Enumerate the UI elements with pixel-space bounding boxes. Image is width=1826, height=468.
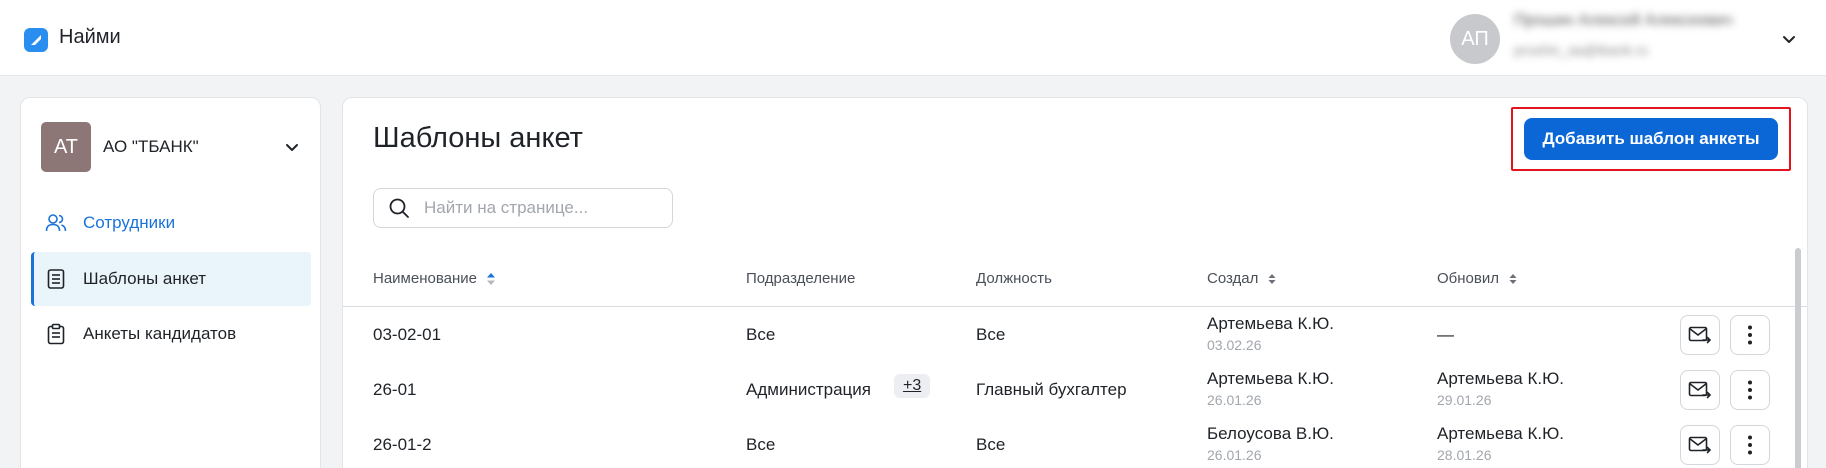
top-bar: Найми АП Прошин Алексей Алексеевич prosh…: [0, 0, 1826, 76]
clipboard-icon: [47, 323, 65, 345]
user-name: Прошин Алексей Алексеевич: [1514, 12, 1733, 29]
org-switcher[interactable]: АТ АО "ТБАНК": [41, 122, 301, 172]
row-name: 26-01: [373, 380, 417, 399]
row-position: Главный бухгалтер: [976, 380, 1127, 399]
row-updated-date: 28.01.26: [1437, 447, 1492, 463]
more-actions-button[interactable]: [1730, 370, 1770, 410]
row-created-by: Артемьева К.Ю.: [1207, 369, 1335, 388]
column-header-name[interactable]: Наименование: [373, 270, 497, 287]
table-row[interactable]: 26-01 Администрация +3 Главный бухгалтер…: [343, 363, 1783, 418]
more-actions-button[interactable]: [1730, 315, 1770, 355]
search-input[interactable]: [424, 193, 664, 223]
send-mail-button[interactable]: [1680, 315, 1720, 355]
user-email: proshin_aa@tbank.ru: [1514, 42, 1649, 58]
row-created-by: Артемьева К.Ю.: [1207, 314, 1335, 333]
row-department: Администрация: [746, 380, 871, 399]
sidebar-item-label: Сотрудники: [83, 213, 176, 232]
column-header-created[interactable]: Создал: [1207, 270, 1278, 287]
sidebar-item-form-templates[interactable]: Шаблоны анкет: [31, 252, 311, 306]
mail-send-icon: [1688, 381, 1712, 399]
row-position: Все: [976, 435, 1006, 454]
column-header-department: Подразделение: [746, 270, 856, 287]
more-vertical-icon: [1748, 435, 1752, 455]
add-template-button[interactable]: Добавить шаблон анкеты: [1524, 118, 1778, 160]
users-icon: [45, 214, 67, 232]
sidebar: АТ АО "ТБАНК" Сотрудники Шаблоны анкет А…: [20, 97, 321, 468]
org-avatar: АТ: [41, 122, 91, 172]
sidebar-item-label: Анкеты кандидатов: [83, 324, 237, 343]
row-created-date: 26.01.26: [1207, 447, 1262, 463]
more-actions-button[interactable]: [1730, 425, 1770, 465]
user-avatar[interactable]: АП: [1450, 14, 1500, 64]
search-box[interactable]: [373, 188, 673, 228]
row-updated-date: 29.01.26: [1437, 392, 1492, 408]
row-name: 26-01-2: [373, 435, 432, 454]
mail-send-icon: [1688, 326, 1712, 344]
send-mail-button[interactable]: [1680, 425, 1720, 465]
row-created-date: 26.01.26: [1207, 392, 1262, 408]
search-icon: [389, 198, 409, 218]
row-name: 03-02-01: [373, 325, 442, 344]
app-title[interactable]: Найми: [59, 26, 121, 49]
department-more-badge[interactable]: +3: [894, 374, 931, 398]
row-created-date: 03.02.26: [1207, 337, 1262, 353]
sidebar-item-label: Шаблоны анкет: [83, 269, 207, 288]
sidebar-item-candidate-forms[interactable]: Анкеты кандидатов: [31, 307, 311, 361]
sidebar-item-employees[interactable]: Сотрудники: [31, 196, 311, 250]
chevron-down-icon: [286, 144, 298, 151]
row-updated-by: Артемьева К.Ю.: [1437, 369, 1565, 388]
row-updated-by: —: [1437, 325, 1454, 344]
table-row[interactable]: 03-02-01 Все Все Артемьева К.Ю. 03.02.26…: [343, 308, 1783, 363]
user-menu-chevron-down-icon[interactable]: [1780, 30, 1798, 48]
row-department: Все: [746, 325, 776, 344]
row-department: Все: [746, 435, 776, 454]
app-logo-icon[interactable]: [24, 28, 48, 52]
column-header-updated[interactable]: Обновил: [1437, 270, 1519, 287]
document-icon: [47, 269, 65, 289]
main-panel: Шаблоны анкет Добавить шаблон анкеты Наи…: [342, 97, 1808, 468]
scrollbar[interactable]: [1795, 248, 1801, 468]
table-row[interactable]: 26-01-2 Все Все Белоусова В.Ю. 26.01.26 …: [343, 418, 1783, 468]
table-header-divider: [343, 306, 1807, 307]
column-header-position: Должность: [976, 270, 1052, 287]
sort-icon: [1509, 273, 1517, 284]
sort-icon: [1268, 273, 1276, 284]
page-title: Шаблоны анкет: [373, 122, 583, 154]
send-mail-button[interactable]: [1680, 370, 1720, 410]
add-button-highlight: Добавить шаблон анкеты: [1511, 107, 1791, 171]
more-vertical-icon: [1748, 380, 1752, 400]
row-position: Все: [976, 325, 1006, 344]
mail-send-icon: [1688, 436, 1712, 454]
org-name: АО "ТБАНК": [103, 137, 199, 156]
row-created-by: Белоусова В.Ю.: [1207, 424, 1334, 443]
sort-asc-icon: [486, 272, 495, 285]
row-updated-by: Артемьева К.Ю.: [1437, 424, 1565, 443]
more-vertical-icon: [1748, 325, 1752, 345]
